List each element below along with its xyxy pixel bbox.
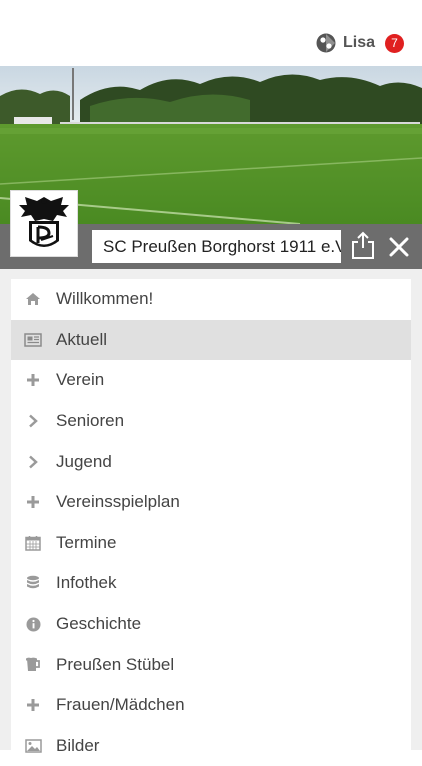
- menu-item-termine[interactable]: Termine: [11, 523, 411, 564]
- calendar-icon: [24, 534, 42, 552]
- menu-item-label: Aktuell: [56, 329, 108, 349]
- menu-item-label: Bilder: [56, 735, 100, 755]
- menu-item-bilder[interactable]: Bilder: [11, 726, 411, 766]
- menu-item-label: Verein: [56, 370, 105, 390]
- plus-icon: [24, 371, 42, 389]
- share-icon[interactable]: [350, 230, 376, 260]
- chevron-right-icon: [24, 412, 42, 430]
- menu-item-label: Frauen/Mädchen: [56, 695, 185, 715]
- navigation-menu: Willkommen! Aktuell Verein Senioren Juge…: [11, 279, 411, 766]
- image-icon: [24, 737, 42, 755]
- beer-icon: [24, 656, 42, 674]
- menu-item-infothek[interactable]: Infothek: [11, 563, 411, 604]
- menu-item-label: Willkommen!: [56, 289, 154, 309]
- menu-item-geschichte[interactable]: Geschichte: [11, 604, 411, 645]
- menu-item-jugend[interactable]: Jugend: [11, 441, 411, 482]
- user-menu[interactable]: Lisa 7: [316, 33, 404, 53]
- club-logo: [10, 190, 78, 257]
- plus-icon: [24, 493, 42, 511]
- menu-item-aktuell[interactable]: Aktuell: [11, 319, 411, 361]
- menu-item-senioren[interactable]: Senioren: [11, 401, 411, 442]
- plus-icon: [24, 696, 42, 714]
- newspaper-icon: [24, 331, 42, 349]
- menu-item-label: Jugend: [56, 451, 112, 471]
- menu-item-label: Preußen Stübel: [56, 654, 175, 674]
- top-bar: Lisa 7: [0, 0, 422, 66]
- menu-item-willkommen[interactable]: Willkommen!: [11, 279, 411, 320]
- menu-item-label: Vereinsspielplan: [56, 492, 180, 512]
- menu-item-label: Termine: [56, 532, 117, 552]
- menu-item-label: Senioren: [56, 411, 125, 431]
- user-name[interactable]: Lisa: [343, 34, 375, 52]
- database-icon: [24, 574, 42, 592]
- menu-item-frauen-maedchen[interactable]: Frauen/Mädchen: [11, 685, 411, 726]
- menu-item-label: Infothek: [56, 573, 117, 593]
- home-icon: [24, 290, 42, 308]
- club-name: SC Preußen Borghorst 1911 e.V.: [92, 230, 341, 263]
- menu-item-label: Geschichte: [56, 614, 142, 634]
- menu-item-preussen-stuebel[interactable]: Preußen Stübel: [11, 644, 411, 685]
- close-icon[interactable]: [386, 234, 412, 260]
- notification-badge[interactable]: 7: [385, 33, 404, 53]
- menu-item-verein[interactable]: Verein: [11, 360, 411, 401]
- user-group-icon: [316, 33, 336, 53]
- info-icon: [24, 615, 42, 633]
- chevron-right-icon: [24, 453, 42, 471]
- menu-item-vereinsspielplan[interactable]: Vereinsspielplan: [11, 482, 411, 523]
